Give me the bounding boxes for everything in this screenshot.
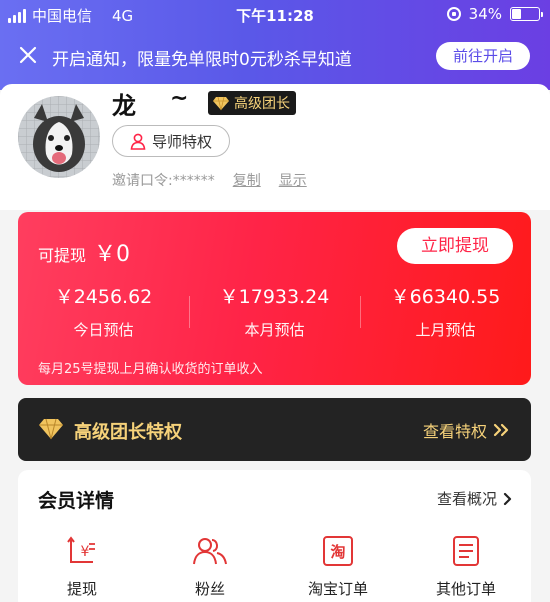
month-estimate: ￥17933.24 本月预估 [189,282,360,340]
other-order-entry[interactable]: 其他订单 [416,534,516,599]
today-estimate-value: ￥2456.62 [54,286,153,308]
month-estimate-value: ￥17933.24 [219,286,330,308]
show-link[interactable]: 显示 [279,170,307,190]
fans-entry[interactable]: 粉丝 [160,534,260,599]
person-icon [130,133,146,150]
earnings-card: 可提现 ￥0 立即提现 ￥2456.62 今日预估 ￥17933.24 本月预估… [18,212,531,385]
enable-notification-button[interactable]: 前往开启 [436,42,530,70]
notification-banner: 开启通知，限量免单限时0元秒杀早知道 前往开启 [0,30,550,82]
husky-avatar-image [18,96,100,178]
today-estimate-label: 今日预估 [73,321,134,339]
close-icon[interactable] [18,45,38,65]
battery-percent: 34% [468,5,502,23]
privilege-title: 高级团长特权 [74,422,182,443]
view-privilege-label: 查看特权 [422,422,487,441]
status-bar: 中国电信 4G 下午11:28 34% [0,0,550,30]
taobao-order-entry-label: 淘宝订单 [307,580,368,598]
diamond-icon [39,418,63,440]
today-estimate: ￥2456.62 今日预估 [18,282,189,340]
chevron-right-icon [503,492,512,505]
invite-code-row: 邀请口令:****** 复制 显示 [112,170,307,190]
view-privilege-link[interactable]: 查看特权 [423,418,511,442]
withdrawable-label: 可提现 [38,246,87,265]
fans-icon [193,538,227,565]
copy-link[interactable]: 复制 [233,170,261,190]
user-name: 龙 [112,92,136,120]
diamond-icon [213,96,229,110]
withdraw-entry-label: 提现 [66,580,97,598]
fans-entry-label: 粉丝 [194,580,225,598]
month-estimate-label: 本月预估 [244,321,305,339]
other-order-entry-label: 其他订单 [435,580,496,598]
view-overview-link[interactable]: 查看概况 [437,488,513,509]
svg-text:淘: 淘 [329,543,345,561]
rotation-lock-icon [446,7,461,21]
withdraw-entry[interactable]: ¥ 提现 [32,534,132,599]
level-badge-label: 高级团长 [234,96,290,112]
withdraw-note: 每月25号提现上月确认收货的订单收入 [38,362,263,377]
privilege-bar[interactable]: 高级团长特权 查看特权 [18,398,531,461]
taobao-order-icon: 淘 [323,536,353,566]
view-overview-label: 查看概况 [436,490,497,508]
withdrawable-row: 可提现 ￥0 [38,236,130,268]
user-name-suffix: ~ [170,86,189,111]
invite-code: 邀请口令:****** [112,173,215,189]
double-chevron-right-icon [493,423,509,437]
withdraw-icon: ¥ [67,536,95,563]
last-month-estimate-value: ￥66340.55 [390,286,501,308]
last-month-estimate: ￥66340.55 上月预估 [360,282,531,340]
profile-section: 龙 ~ 高级团长 导师特权 邀请口令:****** 复制 显示 [0,84,550,210]
last-month-estimate-label: 上月预估 [415,321,476,339]
taobao-order-entry[interactable]: 淘 淘宝订单 [288,534,388,599]
other-order-icon [453,536,479,566]
withdraw-now-button[interactable]: 立即提现 [397,228,513,264]
member-details-title: 会员详情 [38,490,115,512]
notification-text: 开启通知，限量免单限时0元秒杀早知道 [52,50,352,70]
svg-text:¥: ¥ [81,544,90,560]
battery-icon [510,7,543,21]
mentor-privilege-label: 导师特权 [151,132,212,151]
mentor-privilege-button[interactable]: 导师特权 [112,125,230,157]
avatar[interactable] [18,96,100,178]
level-badge: 高级团长 [208,91,296,115]
withdrawable-amount: ￥0 [94,242,131,267]
member-details-card: 会员详情 查看概况 ¥ 提现 粉丝 淘 淘宝订单 其他订单 [18,470,531,602]
